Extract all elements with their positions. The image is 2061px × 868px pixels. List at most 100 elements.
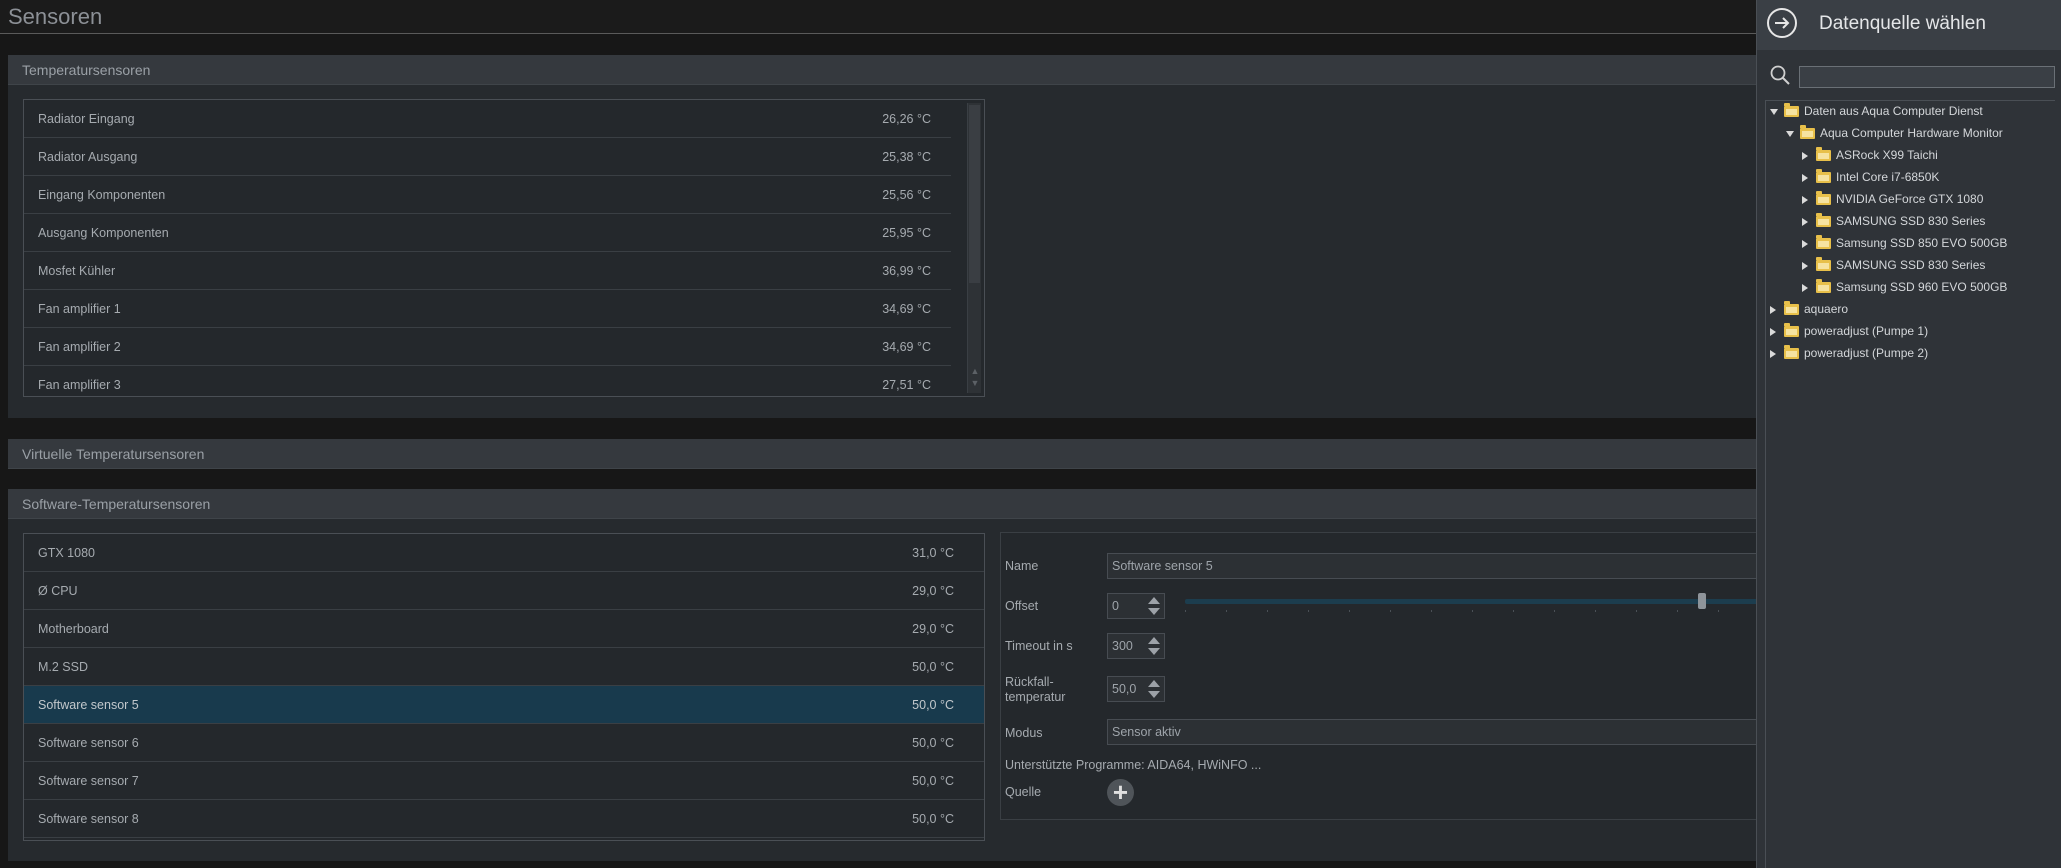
scroll-down-icon[interactable]: ▼ [969,377,981,389]
datasource-search [1757,58,2061,98]
sensor-row[interactable]: Software sensor 7 50,0 °C [24,762,984,800]
caret-right-icon[interactable] [1770,306,1776,314]
sensor-value: 25,95 °C [882,226,931,240]
caret-right-icon[interactable] [1802,218,1808,226]
sensor-row[interactable]: Ø CPU 29,0 °C [24,572,984,610]
tree-item-label: Aqua Computer Hardware Monitor [1820,126,2003,140]
sensor-value: 50,0 °C [912,698,954,712]
folder-icon [1784,103,1799,117]
arrow-right-circle-icon[interactable] [1767,8,1797,38]
tree-item-label: Daten aus Aqua Computer Dienst [1804,104,1983,118]
temperature-sensor-list: Radiator Eingang 26,26 °C Radiator Ausgang… [23,99,985,397]
folder-icon [1784,301,1799,315]
temperature-sensors-section: Temperatursensoren Radiator Eingang 26,26… [8,55,1760,418]
sensor-row[interactable]: Motherboard 29,0 °C [24,610,984,648]
sensor-value: 34,69 °C [882,340,931,354]
sensor-row[interactable]: Fan amplifier 3 27,51 °C [24,366,951,396]
tree-item-label: SAMSUNG SSD 830 Series [1836,214,1986,228]
mode-select[interactable]: Sensor aktiv [1107,719,1761,745]
offset-label: Offset [1005,599,1039,613]
caret-right-icon[interactable] [1802,152,1808,160]
software-sensor-list: GTX 1080 31,0 °C Ø CPU 29,0 °C Motherboard 29… [23,533,985,841]
fallback-temperature-stepper[interactable]: 50,0 [1107,676,1165,702]
folder-icon [1816,279,1831,293]
section-header-temperature[interactable]: Temperatursensoren [8,55,1760,85]
sensor-value: 50,0 °C [912,774,954,788]
folder-icon [1816,213,1831,227]
sensor-row[interactable]: M.2 SSD 50,0 °C [24,648,984,686]
timeout-spinner-icon[interactable] [1146,636,1162,656]
scrollbar-thumb[interactable] [969,105,980,283]
sensor-value: 25,38 °C [882,150,931,164]
fallback-label-line2: temperatur [1005,690,1066,704]
sensor-name: Radiator Ausgang [38,150,138,164]
tree-item-label: poweradjust (Pumpe 2) [1804,346,1929,360]
sensor-row[interactable]: Fan amplifier 2 34,69 °C [24,328,951,366]
sensor-value: 31,0 °C [912,546,954,560]
sensor-row[interactable]: Software sensor 6 50,0 °C [24,724,984,762]
tree-item-label: ASRock X99 Taichi [1836,148,1938,162]
tree-item-label: SAMSUNG SSD 830 Series [1836,258,1986,272]
search-input[interactable] [1799,66,2055,88]
caret-right-icon[interactable] [1802,174,1808,182]
folder-icon [1816,257,1831,271]
fallback-spinner-icon[interactable] [1146,679,1162,699]
scroll-up-icon[interactable]: ▲ [969,365,981,377]
caret-right-icon[interactable] [1770,350,1776,358]
caret-down-icon[interactable] [1786,131,1794,137]
tree-item-label: aquaero [1804,302,1849,316]
tree-item-label: Intel Core i7-6850K [1836,170,1940,184]
add-source-button[interactable]: + [1107,779,1134,806]
offset-slider-track[interactable] [1185,599,1761,604]
slider-tick [1390,610,1391,612]
scrollbar[interactable]: ▲ ▼ [967,103,981,393]
fallback-label: Rückfall- temperatur [1005,675,1065,705]
caret-down-icon[interactable] [1770,109,1778,115]
slider-tick [1513,610,1514,612]
folder-icon [1800,125,1815,139]
sensor-value: 29,0 °C [912,622,954,636]
sensor-value: 50,0 °C [912,660,954,674]
sensor-row[interactable]: Software sensor 5 50,0 °C [24,686,984,724]
tree-item-label: poweradjust (Pumpe 1) [1804,324,1929,338]
sensor-row[interactable]: Ausgang Komponenten 25,95 °C [24,214,951,252]
sensor-row[interactable]: Software sensor 8 50,0 °C [24,800,984,838]
sensor-name: GTX 1080 [38,546,95,560]
timeout-label: Timeout in s [1005,639,1073,653]
sensor-row[interactable]: Radiator Ausgang 25,38 °C [24,138,951,176]
caret-right-icon[interactable] [1802,240,1808,248]
timeout-stepper[interactable]: 300 [1107,633,1165,659]
caret-right-icon[interactable] [1802,262,1808,270]
sensor-name: Software sensor 7 [38,774,139,788]
mode-label: Modus [1005,726,1043,740]
folder-icon [1816,169,1831,183]
sensor-name: Fan amplifier 2 [38,340,121,354]
slider-tick [1677,610,1678,612]
sensor-row[interactable]: Radiator Eingang 26,26 °C [24,100,951,138]
sensor-value: 25,56 °C [882,188,931,202]
sensor-row[interactable]: Fan amplifier 1 34,69 °C [24,290,951,328]
slider-tick [1349,610,1350,612]
slider-tick [1718,610,1719,612]
name-field[interactable]: Software sensor 5 [1107,553,1761,579]
section-header-virtual[interactable]: Virtuelle Temperatursensoren [8,439,1760,469]
offset-value: 0 [1112,599,1119,613]
caret-right-icon[interactable] [1802,284,1808,292]
sensor-row[interactable]: Mosfet Kühler 36,99 °C [24,252,951,290]
offset-spinner-icon[interactable] [1146,596,1162,616]
offset-stepper[interactable]: 0 [1107,593,1165,619]
caret-right-icon[interactable] [1802,196,1808,204]
sensor-value: 29,0 °C [912,584,954,598]
offset-slider-handle[interactable] [1697,593,1706,609]
sensor-name: Eingang Komponenten [38,188,166,202]
slider-tick [1185,610,1186,612]
slider-tick [1636,610,1637,612]
sensor-row[interactable]: Eingang Komponenten 25,56 °C [24,176,951,214]
folder-icon [1784,323,1799,337]
slider-tick [1226,610,1227,612]
section-header-software[interactable]: Software-Temperatursensoren [8,489,1760,519]
caret-right-icon[interactable] [1770,328,1776,336]
sensor-row[interactable]: GTX 1080 31,0 °C [24,534,984,572]
virtual-sensors-section: Virtuelle Temperatursensoren [8,439,1760,469]
fallback-temperature-value: 50,0 [1112,682,1137,696]
